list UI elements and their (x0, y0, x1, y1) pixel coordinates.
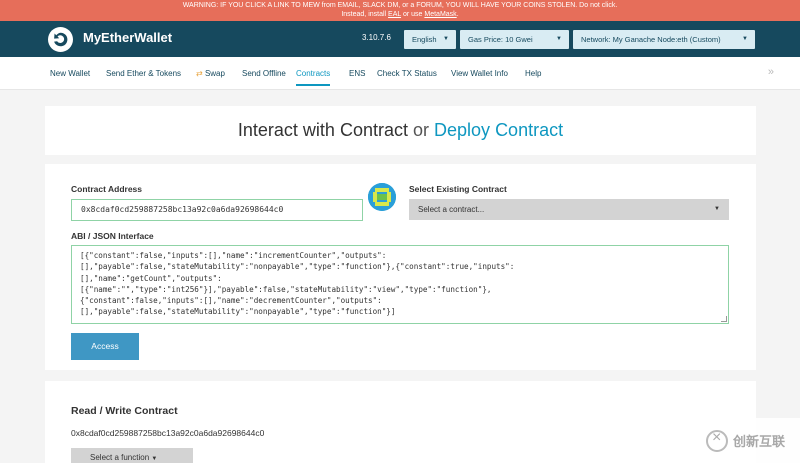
header: MyEtherWallet 3.10.7.6 English ▼ Gas Pric… (0, 21, 800, 57)
interact-title: Interact with Contract (237, 120, 408, 140)
watermark-text: 创新互联 (733, 434, 786, 449)
nav-contracts[interactable]: Contracts (296, 69, 331, 86)
contract-form: Contract Address 0x8cdaf0cd259887258bc13… (45, 164, 756, 370)
chevron-down-icon: ▼ (151, 456, 158, 462)
nav-scroll-right-icon[interactable]: » (768, 66, 774, 78)
swap-icon: ⇄ (196, 69, 203, 78)
nav-send-ether-tokens[interactable]: Send Ether & Tokens (106, 69, 181, 78)
language-dropdown[interactable]: English ▼ (404, 30, 456, 49)
nav-check-tx-status[interactable]: Check TX Status (377, 69, 437, 78)
access-button[interactable]: Access (71, 333, 139, 360)
read-write-panel: Read / Write Contract 0x8cdaf0cd25988725… (45, 381, 756, 463)
contract-address-label: Contract Address (71, 184, 143, 194)
function-select-label: Select a function (90, 453, 150, 462)
nav-ens[interactable]: ENS (349, 69, 365, 78)
network-label: Network: My Ganache Node:eth (Custom) (581, 35, 721, 44)
nav-new-wallet[interactable]: New Wallet (50, 69, 90, 78)
chevron-down-icon: ▼ (556, 36, 562, 42)
watermark-logo-icon (706, 429, 728, 452)
identicon-icon (368, 183, 396, 211)
title-panel: Interact with Contract or Deploy Contrac… (45, 106, 756, 155)
chevron-down-icon: ▼ (714, 206, 720, 212)
warning-line-1: WARNING: IF YOU CLICK A LINK TO MEW from… (182, 2, 618, 9)
resize-handle-icon[interactable] (721, 316, 727, 322)
page-title: Interact with Contract or Deploy Contrac… (45, 120, 756, 141)
contract-address-input[interactable]: 0x8cdaf0cd259887258bc13a92c0a6da92698644… (71, 199, 363, 221)
network-dropdown[interactable]: Network: My Ganache Node:eth (Custom) ▼ (573, 30, 755, 49)
logo-icon[interactable] (48, 27, 73, 52)
existing-contract-label: Select Existing Contract (409, 184, 507, 194)
main-nav: New Wallet Send Ether & Tokens ⇄ Swap Se… (0, 57, 800, 90)
deploy-contract-link[interactable]: Deploy Contract (434, 120, 563, 140)
nav-swap[interactable]: ⇄ Swap (196, 69, 225, 78)
read-write-address: 0x8cdaf0cd259887258bc13a92c0a6da92698644… (71, 428, 265, 438)
gas-price-label: Gas Price: 10 Gwei (468, 35, 533, 44)
warning-text: . (456, 11, 459, 18)
function-select[interactable]: Select a function ▼ (71, 448, 193, 463)
warning-banner: WARNING: IF YOU CLICK A LINK TO MEW from… (0, 0, 800, 21)
gas-price-dropdown[interactable]: Gas Price: 10 Gwei ▼ (460, 30, 569, 49)
warning-line-2: Instead, install EAL or use MetaMask. (0, 10, 800, 19)
abi-text: [{"constant":false,"inputs":[],"name":"i… (80, 251, 515, 317)
version-label: 3.10.7.6 (362, 33, 391, 42)
warning-text: Instead, install (341, 11, 389, 18)
brand-name[interactable]: MyEtherWallet (83, 30, 172, 45)
watermark: 创新互联 (700, 418, 800, 463)
nav-send-offline[interactable]: Send Offline (242, 69, 286, 78)
nav-swap-label: Swap (204, 69, 225, 78)
existing-contract-select[interactable]: Select a contract... ▼ (409, 199, 729, 220)
nav-help[interactable]: Help (525, 69, 541, 78)
abi-label: ABI / JSON Interface (71, 231, 154, 241)
chevron-down-icon: ▼ (742, 36, 748, 42)
metamask-link[interactable]: MetaMask (424, 11, 456, 18)
read-write-title: Read / Write Contract (71, 405, 178, 417)
chevron-down-icon: ▼ (443, 36, 449, 42)
existing-contract-placeholder: Select a contract... (418, 205, 485, 214)
eal-link[interactable]: EAL (388, 11, 401, 18)
abi-textarea[interactable]: [{"constant":false,"inputs":[],"name":"i… (71, 245, 729, 324)
title-or: or (413, 120, 430, 140)
warning-text: or use (401, 11, 425, 18)
language-label: English (412, 35, 437, 44)
nav-view-wallet-info[interactable]: View Wallet Info (451, 69, 508, 78)
